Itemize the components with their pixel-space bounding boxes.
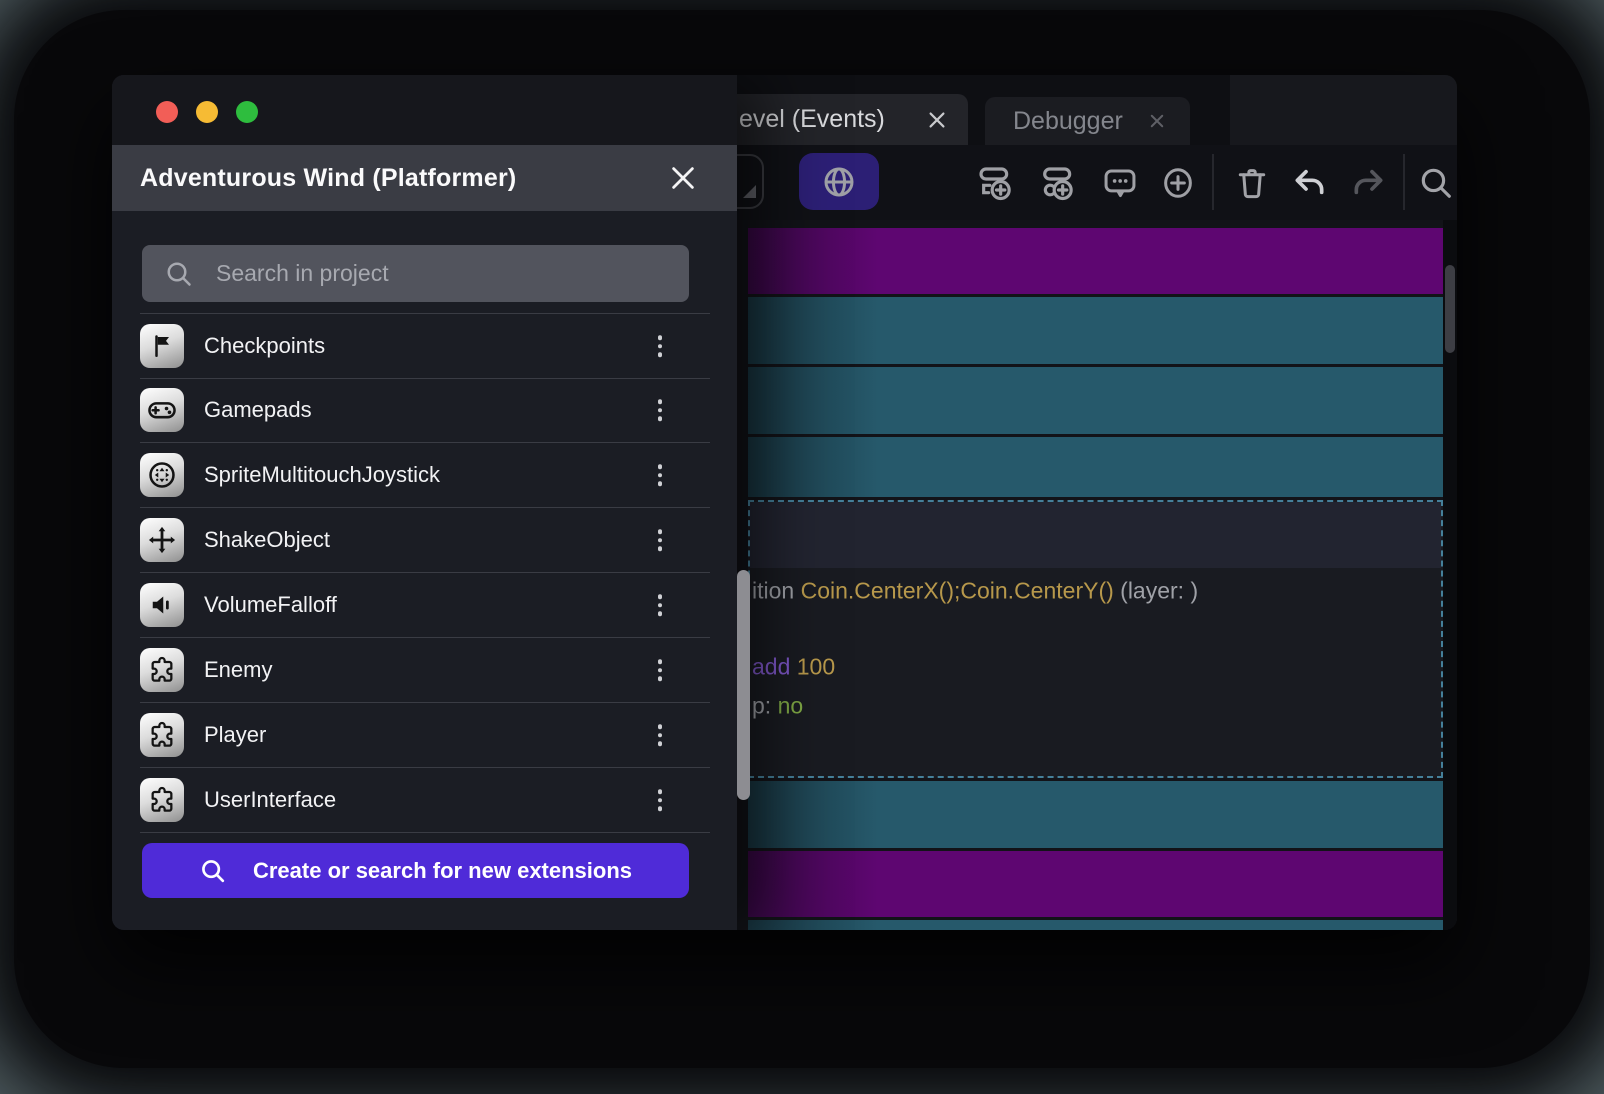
event-row[interactable] xyxy=(748,781,1443,848)
item-options-kebab-icon[interactable] xyxy=(658,724,663,746)
selected-event-block[interactable]: ition Coin.CenterX();Coin.CenterY() (lay… xyxy=(748,500,1443,778)
expression-text: Coin.CenterX() xyxy=(801,578,954,604)
add-event-icon[interactable] xyxy=(976,163,1016,203)
list-item-checkpoints[interactable]: Checkpoints xyxy=(140,313,710,379)
list-item-label: VolumeFalloff xyxy=(204,592,337,618)
event-action-line[interactable]: p: no xyxy=(752,693,803,720)
event-row[interactable] xyxy=(748,228,1443,294)
list-item-label: Player xyxy=(204,722,266,748)
list-item-volumefalloff[interactable]: VolumeFalloff xyxy=(140,573,710,638)
item-options-kebab-icon[interactable] xyxy=(658,529,663,551)
flag-icon xyxy=(140,324,184,368)
tab-debugger[interactable]: Debugger xyxy=(985,97,1190,145)
item-options-kebab-icon[interactable] xyxy=(658,399,663,421)
close-tab-icon[interactable] xyxy=(926,109,948,131)
toolbar-divider xyxy=(1212,154,1214,210)
events-scrollbar-thumb[interactable] xyxy=(1445,265,1455,353)
puzzle-icon xyxy=(140,648,184,692)
cta-label: Create or search for new extensions xyxy=(253,858,632,884)
list-item-label: Gamepads xyxy=(204,397,312,423)
close-drawer-icon[interactable] xyxy=(668,163,698,193)
item-options-kebab-icon[interactable] xyxy=(658,659,663,681)
list-item-gamepads[interactable]: Gamepads xyxy=(140,378,710,443)
item-options-kebab-icon[interactable] xyxy=(658,594,663,616)
list-item-enemy[interactable]: Enemy xyxy=(140,638,710,703)
globe-icon xyxy=(820,163,858,201)
list-item-label: UserInterface xyxy=(204,787,336,813)
search-placeholder: Search in project xyxy=(216,260,389,287)
expression-text: Coin.CenterY() xyxy=(960,578,1113,604)
tab-level-events-label: evel (Events) xyxy=(739,105,885,134)
puzzle-icon xyxy=(140,778,184,822)
delete-trash-icon[interactable] xyxy=(1233,164,1271,202)
tab-debugger-label: Debugger xyxy=(1013,107,1123,136)
event-row[interactable] xyxy=(748,367,1443,434)
app-window: evel (Events) Debugger xyxy=(112,75,1457,930)
event-action-line[interactable]: ition Coin.CenterX();Coin.CenterY() (lay… xyxy=(752,578,1198,605)
close-window-button[interactable] xyxy=(156,101,178,123)
drawer-scrollbar-thumb[interactable] xyxy=(737,570,750,800)
action-text: (layer: ) xyxy=(1114,578,1198,604)
list-item-label: ShakeObject xyxy=(204,527,330,553)
add-sub-event-icon[interactable] xyxy=(1039,163,1079,203)
network-preview-button[interactable] xyxy=(799,153,879,210)
drawer-header: Adventurous Wind (Platformer) xyxy=(112,145,737,211)
selected-event-condition-area[interactable] xyxy=(750,502,1441,568)
event-row[interactable] xyxy=(748,920,1443,930)
item-options-kebab-icon[interactable] xyxy=(658,789,663,811)
search-icon[interactable] xyxy=(1417,164,1455,202)
list-item-label: Checkpoints xyxy=(204,333,325,359)
minimize-window-button[interactable] xyxy=(196,101,218,123)
puzzle-icon xyxy=(140,713,184,757)
parameter-text: p: xyxy=(752,693,778,719)
search-input[interactable]: Search in project xyxy=(142,245,689,302)
item-options-kebab-icon[interactable] xyxy=(658,335,663,357)
value-text: 100 xyxy=(797,654,835,680)
project-manager-drawer: Adventurous Wind (Platformer) Search in … xyxy=(112,75,737,930)
macos-titlebar xyxy=(112,75,737,145)
zoom-window-button[interactable] xyxy=(236,101,258,123)
list-item-spritemultitouchjoystick[interactable]: SpriteMultitouchJoystick xyxy=(140,443,710,508)
move-arrows-icon xyxy=(140,518,184,562)
gamepad-icon xyxy=(140,388,184,432)
action-text: ition xyxy=(752,578,801,604)
search-icon xyxy=(199,857,227,885)
add-other-icon[interactable] xyxy=(1159,164,1197,202)
list-item-userinterface[interactable]: UserInterface xyxy=(140,768,710,833)
operator-text: add xyxy=(752,654,797,680)
item-options-kebab-icon[interactable] xyxy=(658,464,663,486)
undo-icon[interactable] xyxy=(1290,163,1330,203)
value-text: no xyxy=(778,693,804,719)
close-tab-icon[interactable] xyxy=(1148,112,1166,130)
search-icon xyxy=(164,259,194,289)
list-item-shakeobject[interactable]: ShakeObject xyxy=(140,508,710,573)
event-row[interactable] xyxy=(748,297,1443,364)
event-action-line[interactable]: add 100 xyxy=(752,654,835,681)
list-item-player[interactable]: Player xyxy=(140,703,710,768)
joystick-icon xyxy=(140,453,184,497)
create-search-extensions-button[interactable]: Create or search for new extensions xyxy=(142,843,689,898)
project-title: Adventurous Wind (Platformer) xyxy=(140,164,516,193)
toolbar-divider xyxy=(1403,154,1405,210)
event-row[interactable] xyxy=(748,851,1443,917)
redo-icon[interactable] xyxy=(1348,163,1388,203)
window-controls-cluster xyxy=(1230,75,1457,145)
speaker-icon xyxy=(140,583,184,627)
dropdown-arrow-icon xyxy=(743,185,756,198)
add-comment-icon[interactable] xyxy=(1101,164,1139,202)
list-item-label: Enemy xyxy=(204,657,272,683)
list-item-label: SpriteMultitouchJoystick xyxy=(204,462,440,488)
event-row[interactable] xyxy=(748,437,1443,497)
